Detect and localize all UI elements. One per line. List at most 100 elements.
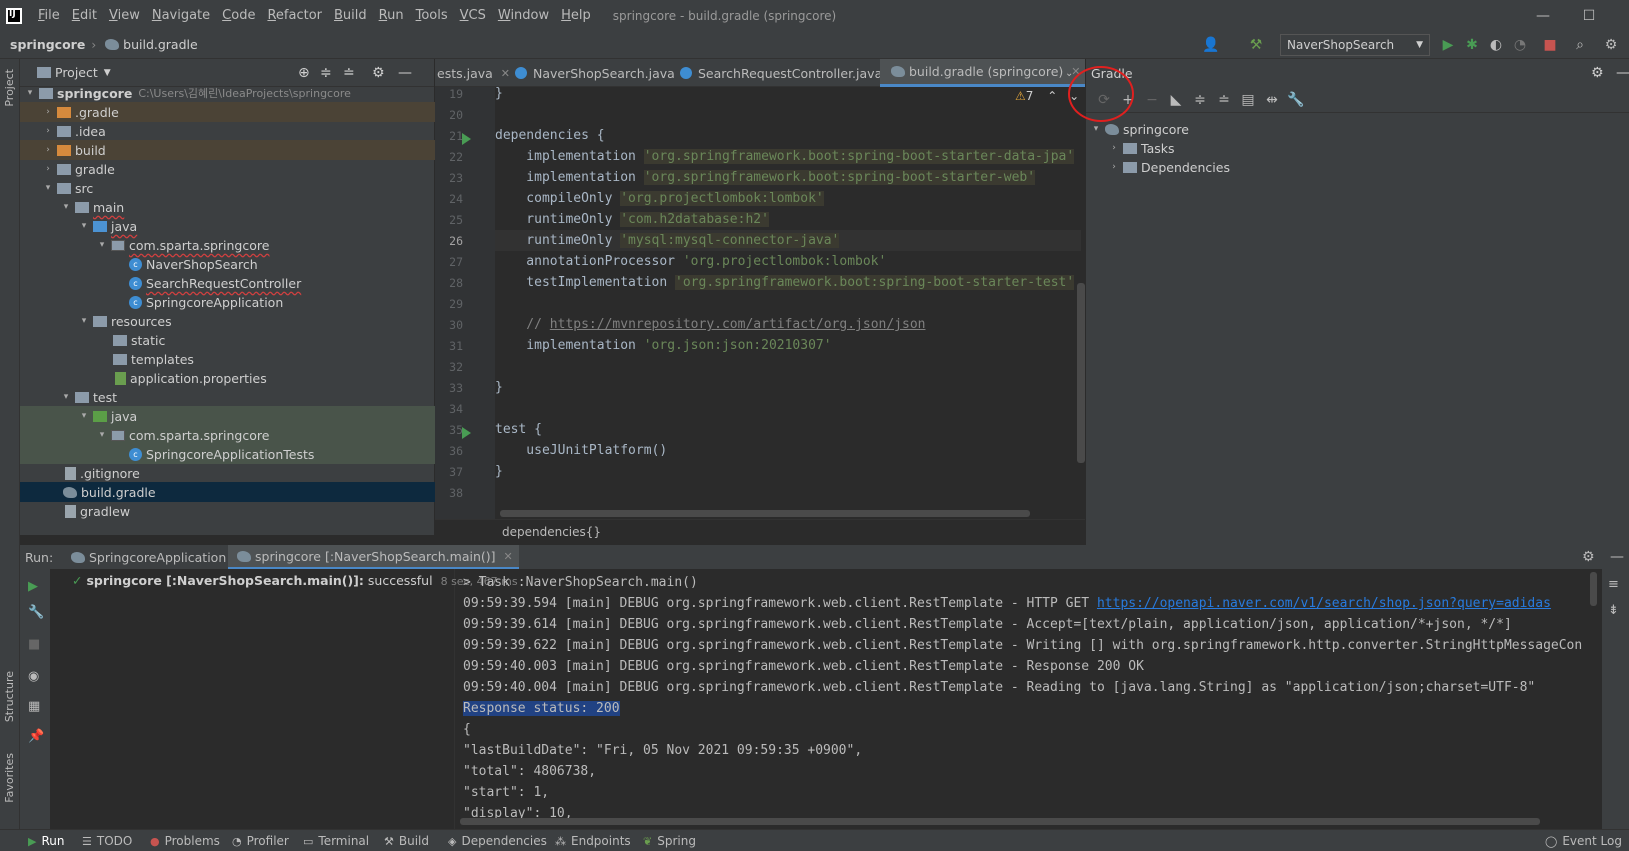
tool-run[interactable]: ▶ Run	[28, 830, 64, 851]
tree-row-application-properties[interactable]: application.properties	[20, 368, 435, 388]
structure-tool-tab[interactable]: Structure	[3, 671, 16, 722]
gear-icon[interactable]: ⚙	[372, 65, 385, 81]
locate-icon[interactable]: ⊕	[298, 65, 310, 81]
tree-row-dot-gradle[interactable]: › .gradle	[20, 102, 435, 122]
tree-row-gitignore[interactable]: .gitignore	[20, 463, 435, 483]
soft-wrap-icon[interactable]: ≡	[1608, 577, 1619, 592]
project-view-selector[interactable]: Project	[55, 65, 98, 80]
close-icon[interactable]: ✕	[501, 67, 510, 80]
hide-icon[interactable]: —	[1616, 65, 1629, 81]
execute-gradle-task-icon[interactable]: ◣	[1164, 92, 1188, 108]
coverage-icon[interactable]: ◐	[1485, 34, 1507, 56]
tool-event-log[interactable]: ◯ Event Log	[1545, 830, 1622, 851]
menu-file[interactable]: File	[32, 0, 66, 31]
tree-row-gradle[interactable]: › gradle	[20, 159, 435, 179]
run-tree-item[interactable]: ✓ springcore [:NaverShopSearch.main()]: …	[72, 573, 518, 588]
user-icon[interactable]: 👤	[1200, 34, 1222, 56]
tool-dependencies[interactable]: ◈ Dependencies	[448, 830, 547, 851]
tool-todo[interactable]: ☰ TODO	[82, 830, 132, 851]
console-horizontal-scrollbar[interactable]	[460, 818, 1540, 825]
menu-refactor[interactable]: Refactor	[261, 0, 328, 31]
run-gutter-icon[interactable]	[462, 427, 471, 439]
tree-row-static[interactable]: static	[20, 330, 435, 350]
chevron-down-icon[interactable]: ▼	[104, 68, 111, 78]
code-editor[interactable]: } dependencies { implementation 'org.spr…	[495, 87, 1081, 519]
menu-run[interactable]: Run	[373, 0, 410, 31]
remove-icon[interactable]: −	[1140, 92, 1164, 108]
gear-icon[interactable]: ⚙	[1591, 65, 1604, 81]
tool-spring[interactable]: ❦ Spring	[643, 830, 696, 851]
project-tool-tab[interactable]: Project	[3, 69, 16, 107]
tree-row-resources[interactable]: ▾ resources	[20, 311, 435, 331]
menu-window[interactable]: Window	[492, 0, 555, 31]
run-icon[interactable]: ▶	[1437, 34, 1459, 56]
debug-icon[interactable]: ✱	[1461, 34, 1483, 56]
tool-build[interactable]: ⚒ Build	[384, 830, 429, 851]
tree-row-springcoreapplicationtests[interactable]: c SpringcoreApplicationTests	[20, 444, 435, 464]
hammer-build-icon[interactable]: ⚒	[1245, 34, 1267, 56]
editor-horizontal-scrollbar[interactable]	[500, 510, 1030, 517]
menu-build[interactable]: Build	[328, 0, 373, 31]
menu-code[interactable]: Code	[216, 0, 261, 31]
menu-edit[interactable]: Edit	[66, 0, 103, 31]
stop-icon[interactable]: ■	[1539, 34, 1561, 56]
expand-all-icon[interactable]: ≑	[1188, 92, 1212, 108]
pin-icon[interactable]: 📌	[28, 729, 44, 744]
tool-terminal[interactable]: ▭ Terminal	[303, 830, 369, 851]
tree-row-main[interactable]: ▾ main	[20, 197, 435, 217]
gear-icon[interactable]: ⚙	[1582, 545, 1595, 569]
tool-problems[interactable]: ● Problems	[150, 830, 220, 851]
tree-row-build-gradle[interactable]: build.gradle	[20, 482, 435, 502]
tree-row-build[interactable]: › build	[20, 140, 435, 160]
tree-row-root[interactable]: ▾ springcore C:\Users\김혜린\IdeaProjects\s…	[20, 83, 435, 103]
menu-vcs[interactable]: VCS	[454, 0, 492, 31]
tree-row-test[interactable]: ▾ test	[20, 387, 435, 407]
run-gutter-icon[interactable]	[462, 133, 471, 145]
search-icon[interactable]: ⌕	[1569, 34, 1591, 56]
run-config-dropdown[interactable]: NaverShopSearch ▼	[1280, 34, 1430, 56]
layout-icon[interactable]: ▦	[28, 699, 40, 714]
tree-row-package[interactable]: ▾ com.sparta.springcore	[20, 235, 435, 255]
chevron-up-icon[interactable]: ⌃	[1047, 89, 1057, 103]
profiler-icon[interactable]: ◔	[1509, 34, 1531, 56]
tree-row-gradlew[interactable]: gradlew	[20, 501, 435, 521]
eye-icon[interactable]: ◉	[28, 669, 39, 684]
editor-vertical-scrollbar[interactable]	[1077, 283, 1085, 463]
close-icon[interactable]: ✕	[504, 550, 513, 563]
console-link[interactable]: https://openapi.naver.com/v1/search/shop…	[1097, 596, 1551, 611]
tree-row-src[interactable]: ▾ src	[20, 178, 435, 198]
tool-endpoints[interactable]: ⁂ Endpoints	[555, 830, 631, 851]
menu-help[interactable]: Help	[555, 0, 597, 31]
gradle-tree-springcore[interactable]: ▾ springcore	[1086, 119, 1626, 139]
menu-view[interactable]: View	[103, 0, 146, 31]
tree-row-idea[interactable]: › .idea	[20, 121, 435, 141]
expand-all-icon[interactable]: ≑	[320, 65, 332, 81]
console-vertical-scrollbar[interactable]	[1590, 572, 1597, 606]
minimize-button[interactable]: —	[1520, 0, 1566, 31]
collapse-all-icon[interactable]: ≐	[343, 65, 355, 81]
tree-row-main-java[interactable]: ▾ java	[20, 216, 435, 236]
tool-profiler[interactable]: ◔ Profiler	[232, 830, 289, 851]
settings-icon[interactable]: ⚙	[1600, 34, 1622, 56]
tree-row-test-java[interactable]: ▾ java	[20, 406, 435, 426]
nav-project[interactable]: springcore	[10, 37, 85, 52]
nav-file[interactable]: build.gradle	[123, 37, 198, 52]
tree-row-templates[interactable]: templates	[20, 349, 435, 369]
rerun-icon[interactable]: ▶	[28, 579, 38, 594]
tree-row-springcoreapplication[interactable]: c SpringcoreApplication	[20, 292, 435, 312]
favorites-tool-tab[interactable]: Favorites	[3, 753, 16, 803]
tree-row-test-package[interactable]: ▾ com.sparta.springcore	[20, 425, 435, 445]
hide-icon[interactable]: —	[398, 65, 412, 81]
hide-icon[interactable]: —	[1610, 545, 1624, 569]
wrench-icon[interactable]: 🔧	[1284, 92, 1308, 108]
tab-build-gradle[interactable]: build.gradle (springcore) ✕	[880, 59, 1089, 87]
menu-navigate[interactable]: Navigate	[146, 0, 216, 31]
tab-navershopsearch-java[interactable]: NaverShopSearch.java✕	[515, 59, 692, 87]
scroll-to-end-icon[interactable]: ⇟	[1608, 603, 1619, 618]
wrench-icon[interactable]: 🔧	[28, 605, 44, 620]
gradle-tree-dependencies[interactable]: › Dependencies	[1086, 157, 1626, 177]
stop-icon[interactable]: ■	[28, 637, 40, 652]
tree-row-searchrequestcontroller[interactable]: c SearchRequestController	[20, 273, 435, 293]
run-tab-springcoreapplication[interactable]: SpringcoreApplication ✕	[68, 545, 243, 569]
editor-breadcrumb[interactable]: dependencies{}	[435, 519, 1085, 544]
